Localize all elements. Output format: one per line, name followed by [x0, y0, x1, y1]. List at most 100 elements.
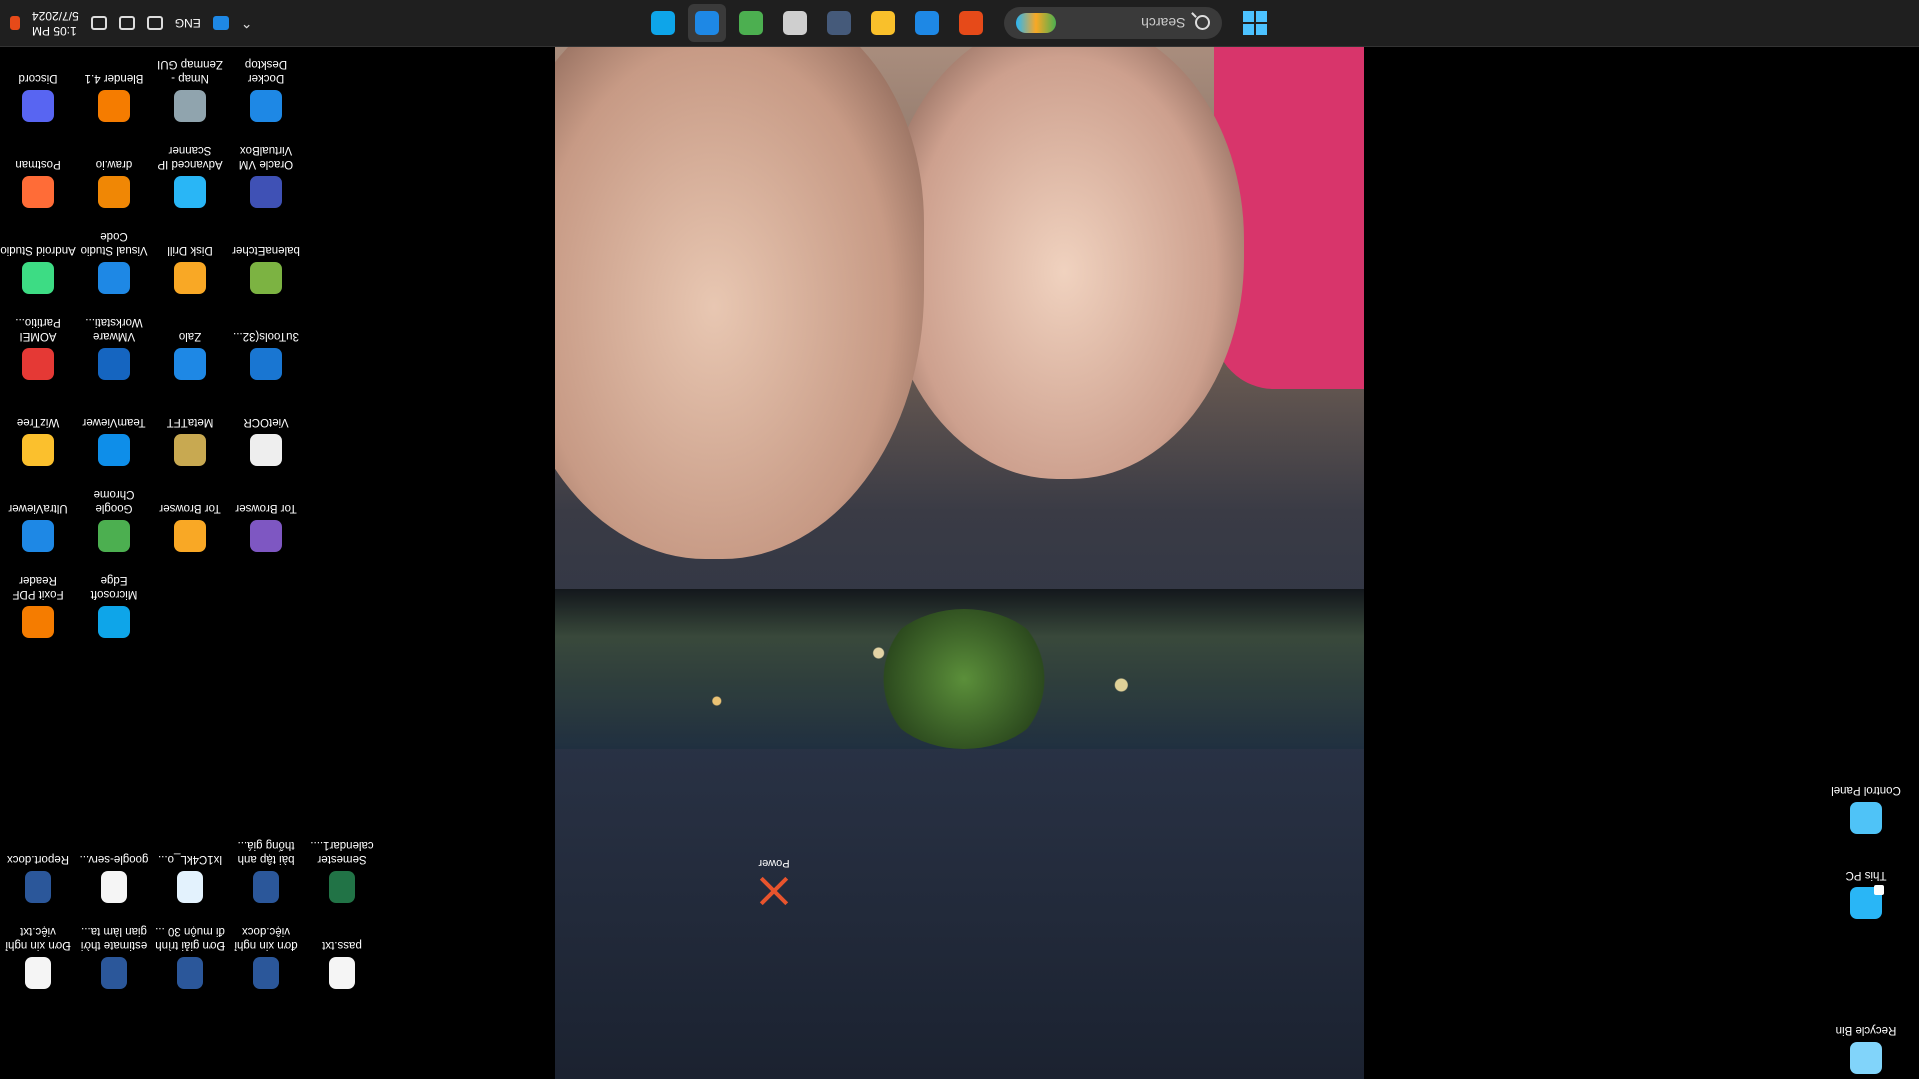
desktop-icon[interactable]: Microsoft Edge	[76, 573, 152, 638]
desktop-icon[interactable]: Postman	[0, 157, 76, 208]
desktop-icon[interactable]: VietOCR	[228, 415, 304, 466]
volume-icon[interactable]	[118, 16, 135, 30]
desktop-icon-label: Recycle Bin	[1835, 1024, 1897, 1036]
desktop-icon-label: Zalo	[178, 330, 202, 342]
desktop-icon[interactable]: Blender 4.1	[76, 71, 152, 122]
app-icon	[174, 348, 206, 380]
control-panel-icon	[1850, 802, 1882, 834]
desktop-file-icon[interactable]: lx1C4kL_o...	[152, 852, 228, 903]
desktop-icon-recycle-bin[interactable]: Recycle Bin	[1828, 1023, 1904, 1074]
defender-icon[interactable]	[212, 16, 229, 30]
taskbar-app-inkscape[interactable]	[821, 4, 859, 42]
desktop-icon-label: Đơn giải trình đi muộn 30 ...	[155, 925, 225, 951]
clock[interactable]: 1:05 PM 5/7/2024	[32, 8, 79, 38]
desktop-icon[interactable]: Advanced IP Scanner	[152, 143, 228, 208]
store-icon	[959, 11, 984, 35]
app-icon	[250, 90, 282, 122]
taskbar-app-chrome[interactable]	[733, 4, 771, 42]
desktop-file-icon[interactable]: bài tập anh thống giá...	[228, 838, 304, 903]
desktop-file-icon[interactable]: Report.docx	[0, 852, 76, 903]
desktop-icon[interactable]: Nmap - Zenmap GUI	[152, 57, 228, 122]
desktop-icon[interactable]: Tor Browser	[228, 501, 304, 552]
desktop-file-icon[interactable]: estimate thời gian làm ta...	[76, 924, 152, 989]
desktop-icon[interactable]: Android Studio	[0, 243, 76, 294]
document-icon	[329, 957, 355, 989]
app-icon	[22, 176, 54, 208]
chevron-up-icon[interactable]: ⌃	[241, 15, 253, 32]
desktop-icon-this-pc[interactable]: This PC	[1828, 868, 1904, 919]
desktop-icon-label: Report.docx	[7, 853, 70, 865]
desktop-icon-label: Postman	[15, 158, 61, 170]
desktop-icon[interactable]: Docker Desktop	[228, 57, 304, 122]
desktop-icon-label: VMware Workstati...	[85, 316, 143, 342]
desktop-icon[interactable]: Google Chrome	[76, 487, 152, 552]
desktop-icon[interactable]: Discord	[0, 71, 76, 122]
desktop-icon-label: Android Studio	[0, 244, 76, 256]
desktop-icon[interactable]: Tor Browser	[152, 501, 228, 552]
desktop-file-icon[interactable]: Đơn xin nghỉ việc.txt	[0, 924, 76, 989]
desktop-icon-label: Discord	[18, 72, 58, 84]
desktop-file-icon[interactable]: đơn xin nghỉ việc.docx	[228, 924, 304, 989]
desktop-icon-power[interactable]: Power	[739, 857, 809, 909]
desktop-icon-label: Đơn xin nghỉ việc.txt	[5, 925, 71, 951]
desktop-icon[interactable]: Oracle VM VirtualBox	[228, 143, 304, 208]
steering-app-icon	[783, 11, 808, 35]
desktop-icon[interactable]: balenaEtcher	[228, 243, 304, 294]
app-icon	[250, 176, 282, 208]
document-icon	[177, 957, 203, 989]
document-icon	[253, 871, 279, 903]
start-button[interactable]	[1237, 4, 1275, 42]
language-indicator[interactable]: ENG	[175, 16, 201, 30]
search-placeholder: Search	[1141, 15, 1186, 31]
desktop-icon[interactable]: Visual Studio Code	[76, 229, 152, 294]
desktop-icon[interactable]: draw.io	[76, 157, 152, 208]
taskbar-app-file-explorer[interactable]	[865, 4, 903, 42]
document-icon	[329, 871, 355, 903]
app-icon	[22, 90, 54, 122]
desktop-icon-label: google-serv...	[79, 853, 149, 865]
desktop-icon-label: Google Chrome	[93, 488, 135, 514]
clock-time: 1:05 PM	[32, 24, 77, 38]
desktop-icon[interactable]: MetaTFT	[152, 415, 228, 466]
desktop-icon-label: đơn xin nghỉ việc.docx	[234, 925, 298, 951]
taskbar-app-zalo[interactable]	[688, 4, 727, 42]
desktop-icon-label: Docker Desktop	[244, 58, 288, 84]
desktop-icon[interactable]: VMware Workstati...	[76, 315, 152, 380]
desktop-icon-label: VietOCR	[243, 416, 289, 428]
desktop-icon[interactable]: 3uTools(32...	[228, 329, 304, 380]
desktop-icon-label: Control Panel	[1831, 784, 1901, 796]
desktop-icon[interactable]: UltraViewer	[0, 501, 76, 552]
desktop-icon-label: estimate thời gian làm ta...	[80, 925, 148, 951]
desktop-icon-label: Blender 4.1	[84, 72, 144, 84]
battery-icon[interactable]	[90, 16, 107, 30]
taskbar-app-vscode[interactable]	[909, 4, 947, 42]
desktop-icon[interactable]: TeamViewer	[76, 415, 152, 466]
desktop-file-icon[interactable]: Semester calendar1....	[304, 838, 380, 903]
wifi-icon[interactable]	[146, 16, 163, 30]
desktop-icon[interactable]: Foxit PDF Reader	[0, 573, 76, 638]
notification-icon[interactable]	[10, 16, 20, 30]
desktop-icon[interactable]: AOMEI Partitio...	[0, 315, 76, 380]
desktop-icon-control-panel[interactable]: Control Panel	[1828, 783, 1904, 834]
search-input[interactable]: Search	[1004, 7, 1223, 39]
taskbar-app-store[interactable]	[953, 4, 991, 42]
wallpaper-photo: Power	[555, 47, 1364, 1079]
desktop-file-icon[interactable]: pass.txt	[304, 938, 380, 989]
taskbar-app-steering-app[interactable]	[777, 4, 815, 42]
desktop-icon[interactable]: WizTree	[0, 415, 76, 466]
desktop-file-icon[interactable]: Đơn giải trình đi muộn 30 ...	[152, 924, 228, 989]
desktop-icon[interactable]: Disk Drill	[152, 243, 228, 294]
document-icon	[101, 871, 127, 903]
recycle-bin-icon	[1850, 1042, 1882, 1074]
desktop-icon-label: bài tập anh thống giá...	[237, 839, 295, 865]
desktop-icon-label: Nmap - Zenmap GUI	[157, 58, 223, 84]
desktop-screen: Power This PC Control Panel Recycle Bin …	[0, 0, 1919, 1079]
app-icon	[98, 434, 130, 466]
app-icon	[98, 520, 130, 552]
app-icon	[98, 348, 130, 380]
taskbar-app-edge[interactable]	[645, 4, 683, 42]
desktop-icon[interactable]: Zalo	[152, 329, 228, 380]
desktop-file-icon[interactable]: google-serv...	[76, 852, 152, 903]
clock-date: 5/7/2024	[32, 9, 79, 23]
desktop-icon-label: Oracle VM VirtualBox	[238, 144, 294, 170]
